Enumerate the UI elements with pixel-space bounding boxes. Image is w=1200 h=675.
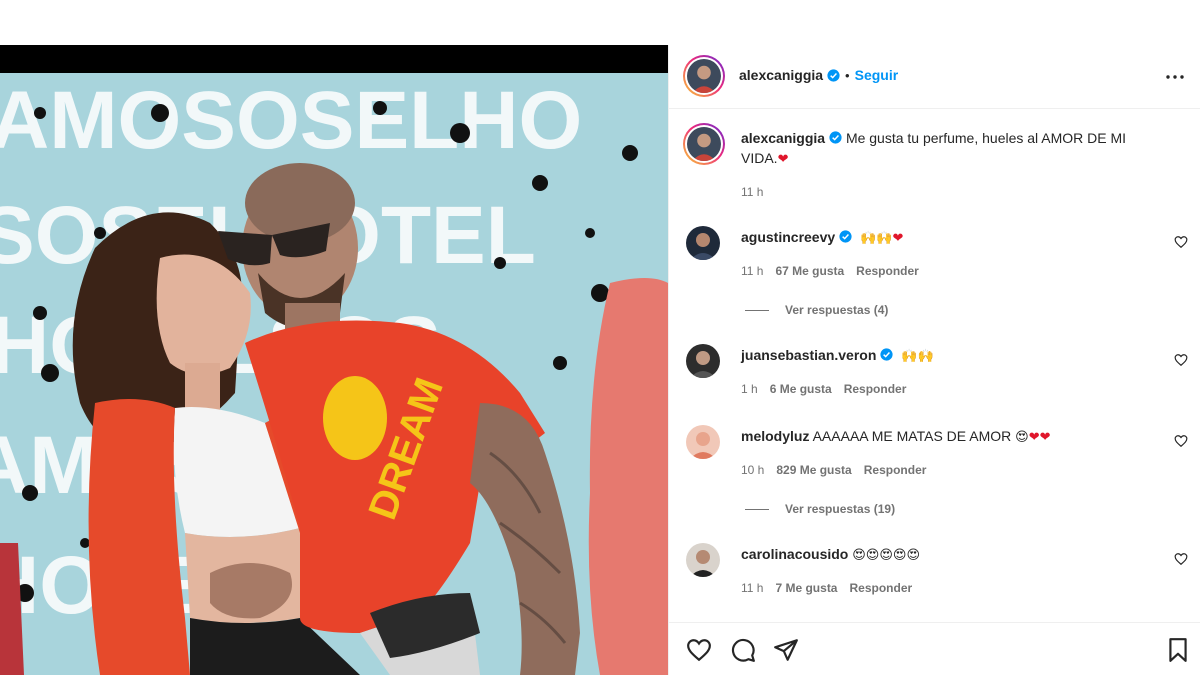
verified-badge-icon: [880, 348, 893, 361]
comment-text: AAAAAA ME MATAS DE AMOR: [812, 428, 1012, 444]
author-avatar-ring[interactable]: [683, 55, 725, 97]
comment-bubble-icon[interactable]: [730, 637, 756, 663]
caption-avatar-ring[interactable]: [683, 123, 725, 165]
author-avatar: [687, 59, 721, 93]
comment-emoji: 😍😍😍😍😍: [852, 548, 921, 563]
verified-badge-icon: [829, 131, 842, 144]
comment-username[interactable]: carolinacousido: [741, 546, 848, 562]
comment-time[interactable]: 1 h: [741, 382, 758, 396]
verified-badge-icon: [839, 230, 852, 243]
author-username[interactable]: alexcaniggia: [739, 67, 823, 83]
commenter-avatar[interactable]: [686, 543, 720, 577]
comment-time[interactable]: 11 h: [741, 264, 763, 278]
post-photo: AMOSOSELHO SOSELHOTEL HOTELSOS AMOSO HOT…: [0, 73, 668, 675]
view-replies-label: Ver respuestas (19): [785, 502, 896, 516]
reply-button[interactable]: Responder: [856, 264, 919, 278]
svg-text:AMOSOSELHO: AMOSOSELHO: [0, 75, 582, 166]
replies-line: [745, 309, 769, 311]
caption-username[interactable]: alexcaniggia: [741, 130, 825, 146]
comment-like-heart-icon[interactable]: [1174, 434, 1188, 448]
reply-button[interactable]: Responder: [864, 463, 927, 477]
caption-text-block: alexcaniggia Me gusta tu perfume, hueles…: [741, 128, 1161, 170]
post-header: alexcaniggia • Seguir: [669, 45, 1200, 109]
share-send-icon[interactable]: [773, 637, 799, 663]
post-side-panel: alexcaniggia • Seguir alexcaniggia Me gu…: [668, 45, 1200, 675]
commenter-avatar[interactable]: [686, 344, 720, 378]
comment-likes[interactable]: 829 Me gusta: [776, 463, 851, 477]
commenter-avatar[interactable]: [686, 425, 720, 459]
more-options-icon[interactable]: [1163, 65, 1187, 89]
comment-emoji: 😍❤❤: [1015, 430, 1051, 445]
verified-badge-icon: [827, 68, 840, 82]
comment-time[interactable]: 10 h: [741, 463, 764, 477]
comment-time[interactable]: 11 h: [741, 581, 763, 595]
reply-button[interactable]: Responder: [844, 382, 907, 396]
comment-username[interactable]: juansebastian.veron: [741, 347, 876, 363]
comment-emoji: 🙌🙌❤: [860, 231, 904, 246]
media-letterbox: [0, 45, 668, 73]
like-heart-icon[interactable]: [686, 637, 712, 663]
comment-likes[interactable]: 67 Me gusta: [775, 264, 844, 278]
follow-button[interactable]: Seguir: [855, 67, 899, 83]
post-action-bar: [669, 622, 1200, 675]
post-media[interactable]: AMOSOSELHO SOSELHOTEL HOTELSOS AMOSO HOT…: [0, 45, 668, 675]
comment-like-heart-icon[interactable]: [1174, 353, 1188, 367]
comment-username[interactable]: melodyluz: [741, 428, 809, 444]
comment-likes[interactable]: 6 Me gusta: [770, 382, 832, 396]
caption-time[interactable]: 11 h: [741, 185, 763, 199]
comment-like-heart-icon[interactable]: [1174, 235, 1188, 249]
replies-line: [745, 508, 769, 510]
commenter-avatar[interactable]: [686, 226, 720, 260]
view-replies-label: Ver respuestas (4): [785, 303, 889, 317]
reply-button[interactable]: Responder: [849, 581, 912, 595]
caption-avatar: [687, 127, 721, 161]
comment-likes[interactable]: 7 Me gusta: [775, 581, 837, 595]
separator-dot: •: [845, 67, 850, 83]
comment-username[interactable]: agustincreevy: [741, 229, 835, 245]
comment-emoji: 🙌🙌: [901, 349, 934, 364]
view-replies-button[interactable]: Ver respuestas (4): [745, 303, 888, 317]
comment-like-heart-icon[interactable]: [1174, 552, 1188, 566]
heart-emoji-icon: ❤: [777, 152, 789, 167]
save-bookmark-icon[interactable]: [1165, 637, 1191, 663]
view-replies-button[interactable]: Ver respuestas (19): [745, 502, 895, 516]
